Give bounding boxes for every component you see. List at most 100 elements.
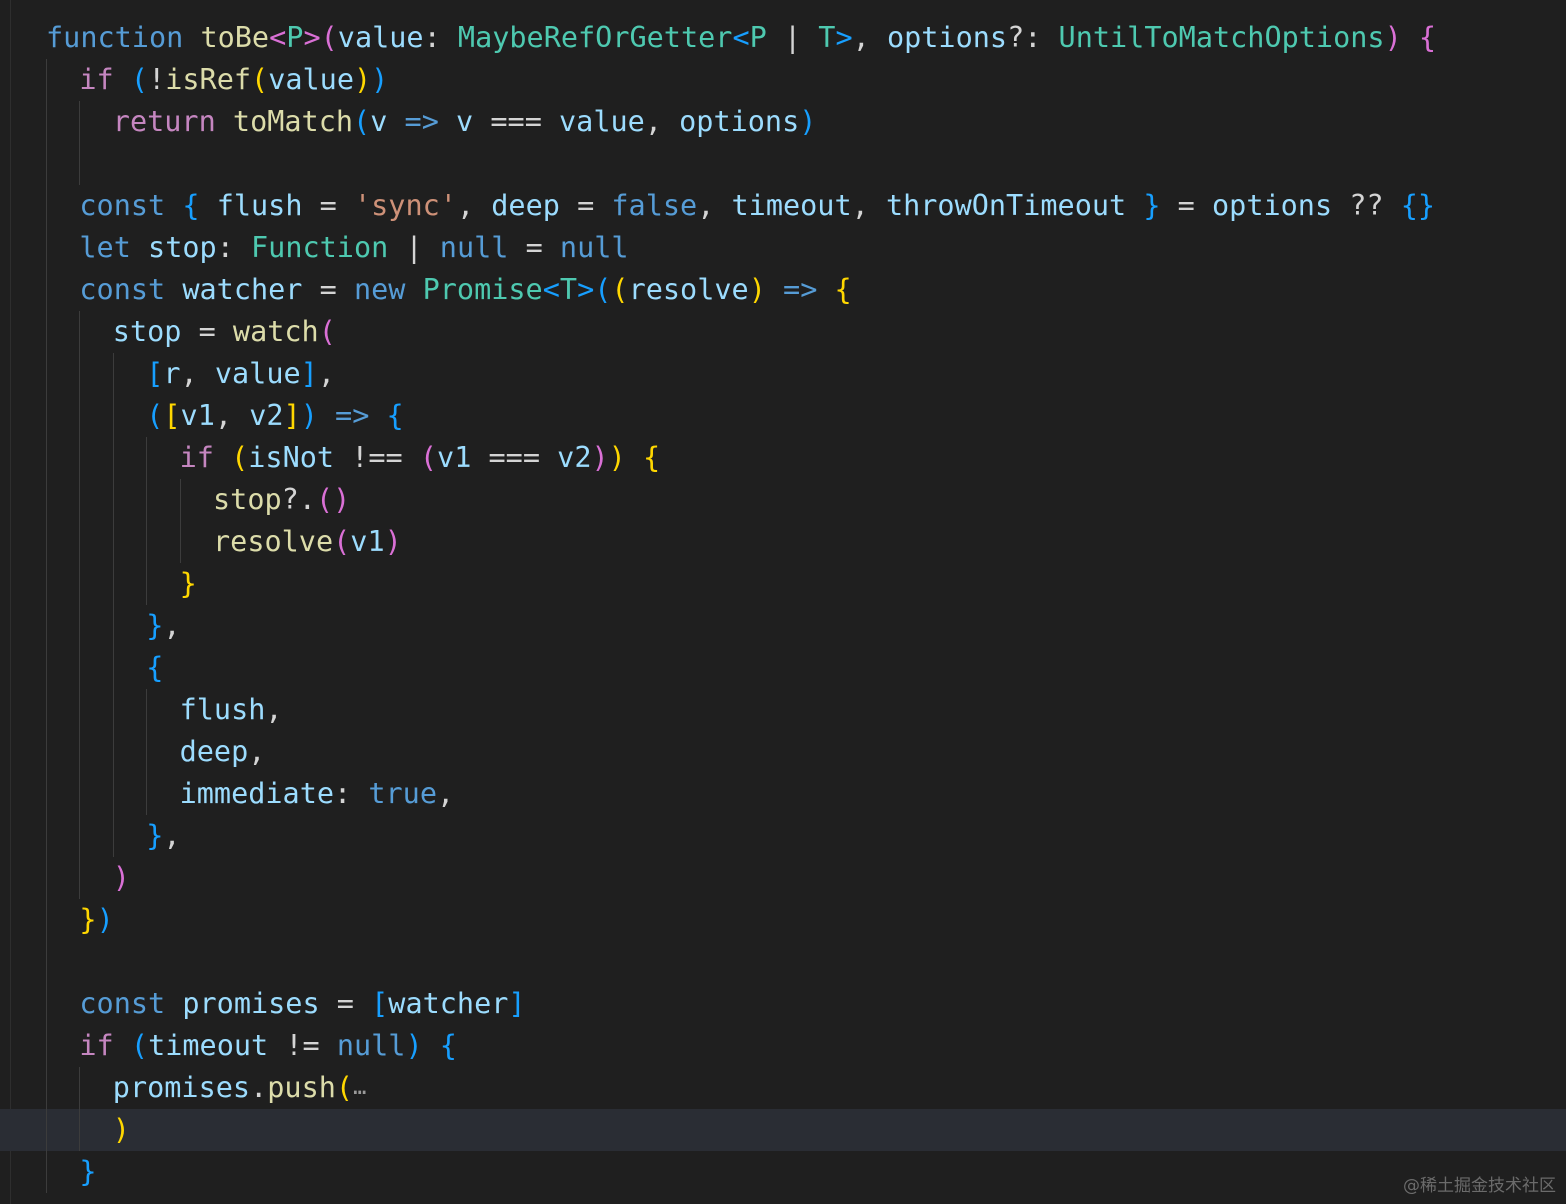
code-line[interactable]: promises.push(…	[0, 1067, 1566, 1109]
code-token: deep	[179, 735, 249, 768]
code-token: (	[318, 315, 336, 348]
code-line[interactable]: if (timeout != null) {	[0, 1025, 1566, 1067]
code-line[interactable]: )	[0, 857, 1566, 899]
code-line[interactable]: flush,	[0, 689, 1566, 731]
code-token: }	[79, 903, 97, 936]
code-line[interactable]	[0, 941, 1566, 983]
indent-guide	[79, 773, 81, 815]
code-token: }	[146, 609, 164, 642]
code-text: deep,	[180, 731, 266, 773]
code-token: watch	[232, 315, 319, 348]
code-token: )	[354, 63, 372, 96]
indent-guide	[46, 269, 47, 311]
code-line[interactable]: {	[0, 647, 1566, 689]
code-line[interactable]: }	[0, 1151, 1566, 1193]
code-line[interactable]: immediate: true,	[0, 773, 1566, 815]
code-line[interactable]: stop = watch(	[0, 311, 1566, 353]
code-token: value	[214, 357, 301, 390]
code-token: ??	[1332, 189, 1401, 222]
indent-guide	[79, 311, 81, 353]
code-token: ,	[163, 609, 181, 642]
code-line[interactable]: const watcher = new Promise<T>((resolve)…	[0, 269, 1566, 311]
code-token: flush	[179, 693, 266, 726]
code-token: <	[269, 21, 287, 54]
code-line[interactable]: }	[0, 563, 1566, 605]
code-text: },	[146, 605, 180, 647]
code-line[interactable]: },	[0, 815, 1566, 857]
indent-guide	[112, 731, 114, 773]
code-token: if	[79, 1029, 114, 1062]
code-token: let	[79, 231, 131, 264]
indent-guide	[79, 689, 81, 731]
indent-guide	[46, 899, 47, 941]
code-token: const	[79, 189, 166, 222]
code-line[interactable]: return toMatch(v => v === value, options…	[0, 101, 1566, 143]
code-token: 'sync'	[353, 189, 457, 222]
code-text: })	[79, 899, 113, 941]
code-editor[interactable]: function toBe<P>(value: MaybeRefOrGetter…	[0, 0, 1566, 1204]
code-line[interactable]: },	[0, 605, 1566, 647]
code-line[interactable]: stop?.()	[0, 479, 1566, 521]
code-token: (	[333, 525, 351, 558]
code-text: flush,	[180, 689, 283, 731]
code-token: isNot	[248, 441, 335, 474]
code-line[interactable]: deep,	[0, 731, 1566, 773]
code-line[interactable]: let stop: Function | null = null	[0, 227, 1566, 269]
indent-guide	[79, 563, 81, 605]
code-text: stop?.()	[213, 479, 350, 521]
indent-guide	[146, 689, 148, 731]
code-line[interactable]: [r, value],	[0, 353, 1566, 395]
code-line[interactable]: resolve(v1)	[0, 521, 1566, 563]
code-token: |	[388, 231, 440, 264]
fold-ellipsis-icon[interactable]: …	[353, 1075, 366, 1100]
indent-guide	[46, 395, 47, 437]
code-line[interactable]: if (!isRef(value))	[0, 59, 1566, 101]
code-token: =	[508, 231, 560, 264]
code-token: P	[749, 21, 767, 54]
code-token: }	[79, 1155, 97, 1188]
code-token: v1	[180, 399, 215, 432]
code-line[interactable]: ([v1, v2]) => {	[0, 395, 1566, 437]
code-text: [r, value],	[146, 353, 335, 395]
code-line[interactable]: const { flush = 'sync', deep = false, ti…	[0, 185, 1566, 227]
code-token: (	[320, 21, 338, 54]
code-token: ]	[283, 399, 301, 432]
indent-guide	[146, 479, 148, 521]
code-token: (	[130, 1029, 149, 1062]
code-token: v1	[350, 525, 385, 558]
code-line[interactable]: function toBe<P>(value: MaybeRefOrGetter…	[0, 17, 1566, 59]
code-text: return toMatch(v => v === value, options…	[113, 101, 817, 143]
code-text: {	[146, 647, 163, 689]
code-token: value	[268, 63, 354, 96]
code-token: [	[146, 357, 164, 390]
code-token: options	[1212, 189, 1333, 222]
code-token: value	[559, 105, 645, 138]
code-token: {	[834, 273, 852, 306]
code-token: ,	[163, 819, 181, 852]
code-token: UntilToMatchOptions	[1058, 21, 1385, 54]
code-line[interactable]: })	[0, 899, 1566, 941]
code-line[interactable]: const promises = [watcher]	[0, 983, 1566, 1025]
code-token: (	[419, 441, 438, 474]
code-line[interactable]: )	[0, 1109, 1566, 1151]
code-text: stop = watch(	[113, 311, 336, 353]
code-token: v2	[249, 399, 284, 432]
code-token: =	[181, 315, 233, 348]
code-line[interactable]: if (isNot !== (v1 === v2)) {	[0, 437, 1566, 479]
indent-guide	[112, 395, 114, 437]
code-token: )	[300, 399, 318, 432]
code-line[interactable]	[0, 143, 1566, 185]
code-token: deep	[491, 189, 560, 222]
code-token: T	[559, 273, 578, 306]
code-text: const { flush = 'sync', deep = false, ti…	[79, 185, 1435, 227]
watermark: @稀土掘金技术社区	[1403, 1176, 1556, 1196]
